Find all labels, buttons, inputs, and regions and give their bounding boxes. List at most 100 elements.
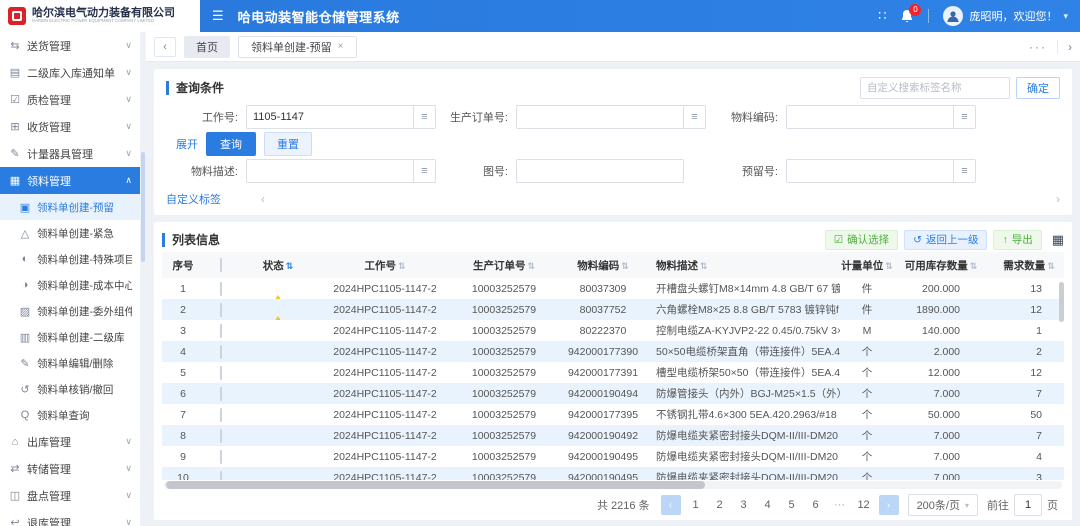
page-button-3[interactable]: 3 (734, 495, 754, 515)
page-button-5[interactable]: 5 (782, 495, 802, 515)
confirm-button[interactable]: 确定 (1016, 77, 1060, 99)
column-header-unit[interactable]: 计量单位⇅ (840, 252, 894, 278)
sidebar-item-create-outsource[interactable]: ▨领料单创建-委外组件 (0, 298, 140, 324)
table-row[interactable]: 32024HPC1105-1147-21000325257980222370控制… (162, 320, 1064, 341)
sidebar-toggle-icon[interactable]: ☰ (212, 8, 224, 24)
row-checkbox[interactable] (220, 324, 222, 338)
filter-icon[interactable]: ≡ (684, 105, 706, 129)
fullscreen-icon[interactable]: ∷ (878, 8, 886, 24)
tab-material-request-create-reserve[interactable]: 领料单创建-预留 × (238, 36, 357, 58)
sort-icon[interactable]: ⇅ (621, 261, 629, 271)
material-code-input[interactable] (786, 105, 954, 129)
row-checkbox[interactable] (220, 282, 222, 296)
column-header-demand_qty[interactable]: 需求数量⇅ (988, 252, 1064, 278)
sidebar-scrollbar-thumb[interactable] (141, 152, 145, 262)
table-row[interactable]: 92024HPC1105-1147-2100032525799420001904… (162, 446, 1064, 467)
user-menu[interactable]: 庞昭明，欢迎您！ ▾ (943, 6, 1068, 26)
tab-back-arrow[interactable]: ‹ (154, 37, 176, 57)
material-desc-input[interactable] (246, 159, 414, 183)
sort-icon[interactable]: ⇅ (1047, 261, 1055, 271)
page-button-12[interactable]: 12 (854, 495, 874, 515)
sidebar-item-query[interactable]: Q领料单查询 (0, 402, 140, 428)
column-header-stock_qty[interactable]: 可用库存数量⇅ (894, 252, 988, 278)
filter-icon[interactable]: ≡ (954, 105, 976, 129)
sort-icon[interactable]: ⇅ (527, 261, 535, 271)
row-checkbox[interactable] (220, 345, 222, 359)
table-row[interactable]: 62024HPC1105-1147-2100032525799420001904… (162, 383, 1064, 404)
sidebar-item-receiving[interactable]: ⊞收货管理∨ (0, 113, 140, 140)
tab-more-icon[interactable]: ··· (1029, 40, 1047, 54)
sidebar-item-transfer[interactable]: ⇄转储管理∨ (0, 455, 140, 482)
sidebar-item-create-reserve[interactable]: ▣领料单创建-预留 (0, 194, 140, 220)
sidebar-item-secondary-inbound-notice[interactable]: ▤二级库入库通知单∨ (0, 59, 140, 86)
sidebar-scrollbar[interactable] (140, 32, 146, 526)
sort-icon[interactable]: ⇅ (398, 261, 406, 271)
row-checkbox[interactable] (220, 303, 222, 317)
sidebar-item-create-special[interactable]: ◐领料单创建-特殊项目 (0, 246, 140, 272)
table-row[interactable]: 42024HPC1105-1147-2100032525799420001773… (162, 341, 1064, 362)
row-checkbox[interactable] (220, 450, 222, 464)
page-button-2[interactable]: 2 (710, 495, 730, 515)
sidebar-item-create-cost-center[interactable]: ◑领料单创建-成本中心 (0, 272, 140, 298)
sidebar-item-delivery[interactable]: ⇆送货管理∨ (0, 32, 140, 59)
table-vertical-scrollbar[interactable] (1059, 282, 1064, 322)
table-row[interactable]: 82024HPC1105-1147-2100032525799420001904… (162, 425, 1064, 446)
custom-tag-search-input[interactable] (860, 77, 1010, 99)
table-row[interactable]: 12024HPC1105-1147-21000325257980037309开槽… (162, 278, 1064, 299)
row-checkbox[interactable] (220, 471, 222, 481)
table-row[interactable]: 52024HPC1105-1147-2100032525799420001773… (162, 362, 1064, 383)
column-header-material_code[interactable]: 物料编码⇅ (556, 252, 650, 278)
table-row[interactable]: 102024HPC1105-1147-210003252579942000190… (162, 467, 1064, 480)
sort-icon[interactable]: ⇅ (286, 261, 294, 271)
tab-home[interactable]: 首页 (184, 36, 230, 58)
production-order-no-input[interactable] (516, 105, 684, 129)
confirm-select-button[interactable]: ☑确认选择 (825, 230, 898, 250)
back-up-level-button[interactable]: ↺返回上一级 (904, 230, 987, 250)
sidebar-item-return[interactable]: ↩退库管理∨ (0, 509, 140, 526)
reset-button[interactable]: 重置 (264, 132, 312, 156)
page-button-6[interactable]: 6 (806, 495, 826, 515)
row-checkbox[interactable] (220, 366, 222, 380)
sidebar-item-measuring-tools[interactable]: ✎计量器具管理∨ (0, 140, 140, 167)
sidebar-item-writeoff-recall[interactable]: ↺领料单核销/撤回 (0, 376, 140, 402)
table-row[interactable]: 72024HPC1105-1147-2100032525799420001773… (162, 404, 1064, 425)
table-horizontal-scrollbar-thumb[interactable] (166, 481, 705, 489)
sidebar-item-outbound[interactable]: ⌂出库管理∨ (0, 428, 140, 455)
filter-icon[interactable]: ≡ (414, 159, 436, 183)
table-row[interactable]: 22024HPC1105-1147-21000325257980037752六角… (162, 299, 1064, 320)
sidebar-item-material-request[interactable]: ▦领料管理∧ (0, 167, 140, 194)
sort-icon[interactable]: ⇅ (885, 261, 893, 271)
custom-tag-link[interactable]: 自定义标签 (166, 191, 221, 207)
prev-page-button[interactable]: ‹ (661, 495, 681, 515)
sidebar-item-create-urgent[interactable]: △领料单创建-紧急 (0, 220, 140, 246)
tag-collapse-arrow[interactable]: ‹ (261, 192, 265, 206)
column-header-work_no[interactable]: 工作号⇅ (318, 252, 452, 278)
work-no-input[interactable] (246, 105, 414, 129)
page-button-1[interactable]: 1 (686, 495, 706, 515)
expand-link[interactable]: 展开 (176, 136, 198, 152)
page-size-select[interactable]: 200条/页▾ (908, 494, 978, 516)
row-checkbox[interactable] (220, 408, 222, 422)
next-page-button[interactable]: › (879, 495, 899, 515)
search-button[interactable]: 查询 (206, 132, 256, 156)
notification-bell-icon[interactable]: 0 (900, 9, 914, 24)
sidebar-item-create-secondary[interactable]: ▥领料单创建-二级库 (0, 324, 140, 350)
row-checkbox[interactable] (220, 429, 222, 443)
filter-icon[interactable]: ≡ (414, 105, 436, 129)
column-settings-icon[interactable]: ▦ (1052, 232, 1064, 248)
sidebar-item-stocktake[interactable]: ◫盘点管理∨ (0, 482, 140, 509)
drawing-no-input[interactable] (516, 159, 684, 183)
sidebar-item-quality[interactable]: ☑质检管理∨ (0, 86, 140, 113)
tab-forward-arrow[interactable]: › (1057, 40, 1072, 54)
column-header-status[interactable]: 状态⇅ (238, 252, 318, 278)
goto-page-input[interactable] (1014, 494, 1042, 516)
sort-icon[interactable]: ⇅ (700, 261, 708, 271)
sort-icon[interactable]: ⇅ (970, 261, 978, 271)
filter-icon[interactable]: ≡ (954, 159, 976, 183)
page-button-4[interactable]: 4 (758, 495, 778, 515)
reserve-no-input[interactable] (786, 159, 954, 183)
column-header-material_desc[interactable]: 物料描述⇅ (650, 252, 840, 278)
tag-forward-arrow[interactable]: › (1056, 192, 1060, 206)
row-checkbox[interactable] (220, 387, 222, 401)
column-header-order_no[interactable]: 生产订单号⇅ (452, 252, 556, 278)
